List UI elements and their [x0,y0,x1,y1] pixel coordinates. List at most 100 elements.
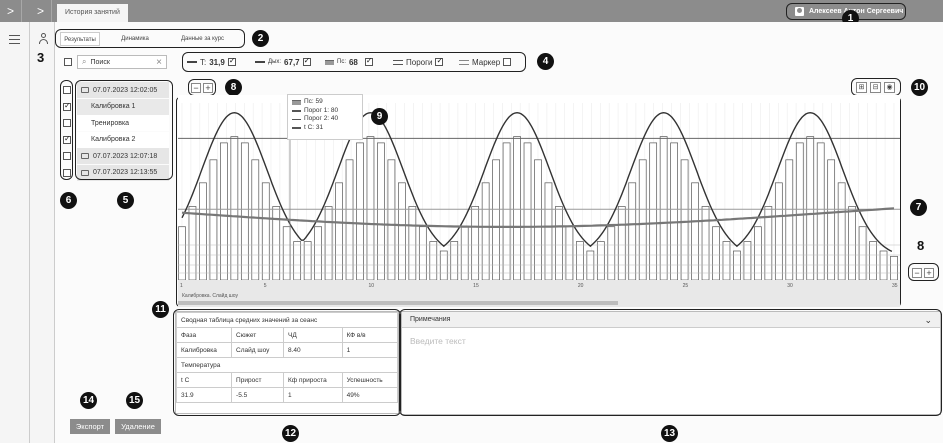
badge-8-side: 8 [917,238,925,253]
callout-frame-legend [182,52,526,72]
tooltip-ps: Пс: 59 [304,98,323,105]
delete-button[interactable]: Удаление [115,419,161,434]
badge-3: 3 [37,50,45,65]
badge-13: 13 [661,425,678,442]
ps-bar [586,250,595,281]
ps-bar [335,182,343,281]
chart-caption: Калибровка. Слайд шоу [182,293,238,299]
badge-5: 5 [117,192,134,209]
callout-frame-sessions [75,80,173,180]
ps-bar [858,226,867,281]
session-checkbox[interactable] [63,101,71,111]
ps-bar [408,206,417,281]
ps-bar [534,159,542,281]
ps-bar [649,142,658,281]
callout-frame-tabs [55,29,245,48]
ps-bar [209,159,218,281]
ps-bar [774,182,783,281]
session-checkbox[interactable] [63,86,71,94]
menu-icon[interactable] [9,35,20,44]
ps-bar [565,226,574,281]
ps-bar [523,142,532,281]
ps-bar [314,226,322,281]
callout-frame-tools [851,78,901,96]
search-box[interactable]: ⌕ Поиск × [77,55,167,69]
ps-bar [659,136,668,281]
ps-bar [220,142,228,281]
x-tick-label: 1 [180,283,183,289]
badge-7: 7 [910,199,927,216]
ps-bar [272,206,281,281]
x-tick-label: 25 [683,283,689,289]
x-tick-label: 10 [368,283,374,289]
ps-bar [282,226,291,281]
ps-bar [303,241,312,281]
expand-arrow-2[interactable]: > [30,0,52,22]
ps-bar [544,182,553,281]
badge-8-top: 8 [225,79,242,96]
ps-bar [450,241,459,281]
ps-bar [366,136,375,281]
ps-bar [795,142,804,281]
callout-frame-notes [399,309,942,416]
ps-bar [324,206,333,281]
badge-15: 15 [126,392,143,409]
ps-bar [460,226,469,281]
session-checkbox[interactable] [63,152,71,160]
x-tick-label: 15 [473,283,479,289]
side-rail [30,22,55,443]
ps-bar [691,182,699,281]
ps-bar [492,159,500,281]
clear-icon[interactable]: × [156,57,162,68]
ps-bar [617,206,626,281]
badge-2: 2 [252,30,269,47]
ps-bar [607,226,616,281]
x-tick-label: 20 [578,283,584,289]
ps-bar [712,226,720,281]
ps-bar [848,206,856,281]
ps-bar [754,226,762,281]
x-tick-label: 5 [264,283,267,289]
select-all-checkbox[interactable] [64,58,72,66]
tooltip-threshold1: Порог 1: 80 [304,106,339,114]
badge-11: 11 [152,301,169,318]
ps-bar [429,241,438,281]
ps-bar [345,159,354,281]
export-button[interactable]: Экспорт [70,419,110,434]
ps-bar [680,159,689,281]
badge-12: 12 [282,425,299,442]
badge-9: 9 [371,108,388,125]
expand-arrow-1[interactable]: > [0,0,22,22]
badge-10: 10 [911,79,928,96]
ps-bar [596,241,605,281]
session-checkbox[interactable] [63,134,71,144]
badge-14: 14 [80,392,97,409]
ps-bar [251,159,260,281]
ps-bar [261,182,270,281]
ps-bar [722,241,731,281]
callout-frame-zoom-side [908,263,939,281]
ps-bar [377,142,385,281]
ps-bar [670,142,678,281]
callout-frame-zoom-top [188,79,216,96]
person-icon[interactable] [38,33,48,45]
ps-bar [743,241,752,281]
x-tick-label: 30 [787,283,793,289]
session-checkbox[interactable] [63,119,71,127]
session-checkbox[interactable] [63,168,71,177]
search-placeholder: Поиск [90,58,110,66]
ps-bar [502,142,511,281]
scrollbar-thumb [178,301,618,305]
callout-frame-summary [173,309,401,416]
tab-session-history[interactable]: История занятий [57,4,128,22]
ps-bar [785,159,794,281]
chart-tooltip: Пс: 59 Порог 1: 80 Порог 2: 40 t С: 31 [287,94,363,140]
ps-bar [879,250,888,281]
ps-bar [387,159,396,281]
ps-bar [240,142,249,281]
ps-bar [398,182,406,281]
ps-bar [638,159,647,281]
ps-bar [890,255,898,281]
ps-bar [701,206,710,281]
ps-bar [188,206,197,281]
